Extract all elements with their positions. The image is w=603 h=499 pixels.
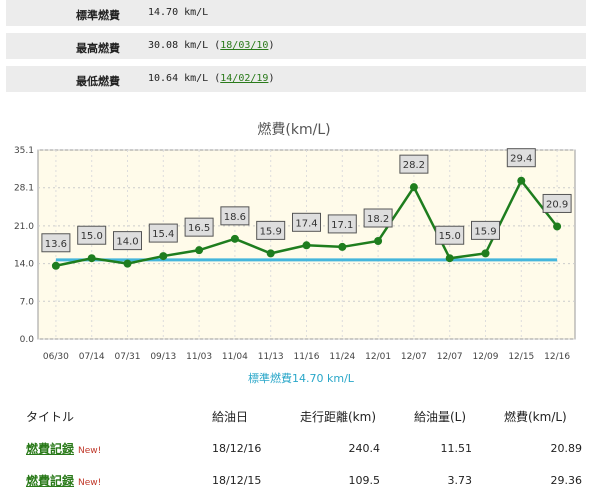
data-label: 15.9 xyxy=(474,226,496,237)
reference-line-label: 標準燃費14.70 km/L xyxy=(248,371,355,385)
economy-cell: 29.36 xyxy=(550,474,583,487)
data-label: 13.6 xyxy=(45,239,67,250)
summary-label: 標準燃費 xyxy=(76,9,120,22)
economy-cell: 20.89 xyxy=(550,442,583,455)
header-distance: 走行距離(km) xyxy=(300,410,377,424)
new-badge: New! xyxy=(78,446,102,456)
data-point xyxy=(481,249,490,258)
data-point xyxy=(195,246,204,255)
x-tick-label: 12/07 xyxy=(401,352,427,362)
data-label: 14.0 xyxy=(116,237,138,248)
y-tick-label: 28.1 xyxy=(14,184,34,194)
record-title-link[interactable]: 燃費記録 xyxy=(26,474,74,488)
plot-area: 0.0 7.0 14.0 21.0 28.1 35.1 06/30 07/14 07/31 09/… xyxy=(14,146,576,362)
summary-value: 30.08 km/L xyxy=(148,40,209,51)
data-point xyxy=(553,222,562,231)
x-tick-label: 11/04 xyxy=(222,352,248,362)
summary-row-best: 最高燃費 30.08 km/L (18/03/10) xyxy=(6,33,586,59)
x-tick-label: 11/03 xyxy=(186,352,212,362)
data-point xyxy=(445,254,454,263)
x-tick-label: 12/09 xyxy=(473,352,499,362)
data-point xyxy=(374,237,383,245)
data-point xyxy=(517,176,526,185)
amount-cell: 3.73 xyxy=(447,474,473,487)
new-badge: New! xyxy=(78,478,102,488)
data-label: 18.2 xyxy=(367,214,389,225)
summary-label: 最低燃費 xyxy=(76,75,120,88)
x-tick-label: 11/16 xyxy=(294,352,320,362)
header-amount: 給油量(L) xyxy=(414,410,467,424)
data-label: 15.4 xyxy=(152,229,174,240)
data-point xyxy=(123,259,132,268)
summary-date-link[interactable]: 18/03/10 xyxy=(220,40,268,51)
header-title: タイトル xyxy=(26,410,75,424)
data-label: 17.4 xyxy=(295,218,317,229)
date-cell: 18/12/15 xyxy=(212,474,262,487)
record-title-link[interactable]: 燃費記録 xyxy=(26,442,74,456)
distance-cell: 109.5 xyxy=(348,474,381,487)
title-cell: 燃費記録 New! xyxy=(26,472,101,489)
data-label: 18.6 xyxy=(224,212,246,223)
x-tick-label: 07/14 xyxy=(79,352,105,362)
x-tick-label: 12/01 xyxy=(365,352,391,362)
title-cell: 燃費記録 New! xyxy=(26,440,101,457)
data-point xyxy=(230,234,239,243)
data-label: 16.5 xyxy=(188,223,210,234)
data-point xyxy=(409,183,418,192)
y-tick-label: 0.0 xyxy=(20,335,35,345)
header-economy: 燃費(km/L) xyxy=(504,410,567,424)
x-tick-label: 12/16 xyxy=(544,352,570,362)
summary-value-wrap: 10.64 km/L (14/02/19) xyxy=(148,73,275,84)
x-tick-label: 11/24 xyxy=(329,352,355,362)
date-cell: 18/12/16 xyxy=(212,442,262,455)
y-tick-label: 21.0 xyxy=(14,222,34,232)
data-label: 17.1 xyxy=(331,220,353,231)
table-row: 燃費記録 New! 18/12/15 109.5 3.73 29.36 xyxy=(0,470,603,494)
x-tick-label: 12/15 xyxy=(508,352,534,362)
summary-label: 最高燃費 xyxy=(76,42,120,55)
distance-cell: 240.4 xyxy=(348,442,381,455)
data-label: 28.2 xyxy=(403,160,425,171)
data-label: 15.0 xyxy=(81,231,103,242)
chart-title: 燃費(km/L) xyxy=(257,121,330,138)
x-tick-label: 09/13 xyxy=(150,352,176,362)
summary-date-link[interactable]: 14/02/19 xyxy=(220,73,268,84)
summary-row-standard: 標準燃費 14.70 km/L xyxy=(6,0,586,26)
data-point xyxy=(51,261,60,270)
data-label: 15.0 xyxy=(439,231,461,242)
y-tick-label: 7.0 xyxy=(20,297,35,307)
table-row: 燃費記録 New! 18/12/16 240.4 11.51 20.89 xyxy=(0,438,603,462)
amount-cell: 11.51 xyxy=(440,442,473,455)
y-tick-label: 35.1 xyxy=(14,146,34,156)
data-point xyxy=(338,242,347,251)
data-point xyxy=(266,249,275,258)
data-label: 29.4 xyxy=(510,154,532,165)
data-label: 15.9 xyxy=(260,226,282,237)
x-tick-label: 06/30 xyxy=(43,352,69,362)
data-point xyxy=(87,254,96,263)
summary-row-worst: 最低燃費 10.64 km/L (14/02/19) xyxy=(6,66,586,92)
summary-value: 14.70 km/L xyxy=(148,7,209,18)
summary-value-wrap: 30.08 km/L (18/03/10) xyxy=(148,40,275,51)
fuel-economy-chart: 燃費(km/L) 0.0 7.0 14.0 21.0 28.1 35.1 06/30 07/1… xyxy=(14,121,576,385)
x-tick-label: 07/31 xyxy=(115,352,141,362)
data-point xyxy=(159,252,168,261)
header-date: 給油日 xyxy=(212,410,249,424)
x-tick-label: 11/13 xyxy=(258,352,284,362)
x-tick-label: 12/07 xyxy=(437,352,463,362)
summary-value: 10.64 km/L xyxy=(148,73,209,84)
y-tick-label: 14.0 xyxy=(14,260,34,270)
data-label: 20.9 xyxy=(546,199,568,210)
data-point xyxy=(302,241,311,250)
